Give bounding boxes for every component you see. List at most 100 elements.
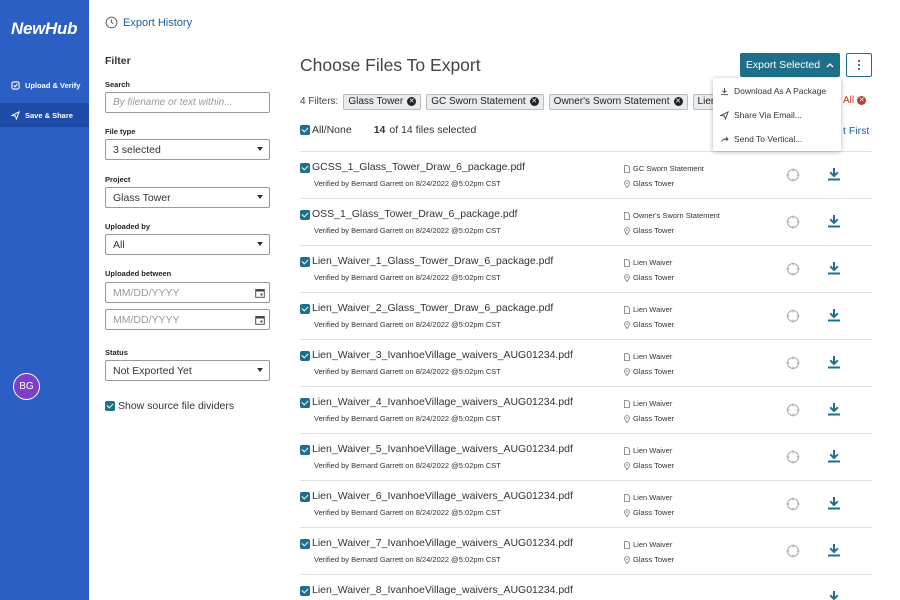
download-icon[interactable] (827, 261, 841, 275)
verified-text: Verified by Bernard Garrett on 8/24/2022… (314, 367, 501, 376)
file-checkbox[interactable] (300, 257, 310, 267)
menu-item-share-email[interactable]: Share Via Email... (713, 104, 841, 126)
send-icon (11, 110, 20, 120)
sidebar-item-save-share[interactable]: Save & Share (0, 103, 89, 127)
file-name[interactable]: Lien_Waiver_1_Glass_Tower_Draw_6_package… (312, 255, 553, 267)
file-checkbox[interactable] (300, 539, 310, 549)
brand-logo[interactable]: NewHub (11, 19, 78, 39)
file-name[interactable]: Lien_Waiver_4_IvanhoeVillage_waivers_AUG… (312, 396, 573, 408)
project-value: Glass Tower (113, 191, 171, 204)
file-row[interactable]: GCSS_1_Glass_Tower_Draw_6_package.pdf Ver… (300, 151, 872, 198)
file-checkbox[interactable] (300, 492, 310, 502)
doc-type-label: Lien Waiver (633, 258, 673, 267)
project-tag: Glass Tower (624, 226, 674, 235)
location-pin-icon (624, 226, 630, 235)
download-icon[interactable] (827, 308, 841, 322)
calendar-icon[interactable] (255, 315, 265, 325)
show-dividers-toggle[interactable]: Show source file dividers (105, 400, 234, 412)
avatar[interactable]: BG (13, 373, 40, 400)
download-icon[interactable] (827, 402, 841, 416)
file-row[interactable]: Lien_Waiver_4_IvanhoeVillage_waivers_AUG… (300, 386, 872, 433)
remove-chip-icon[interactable]: ✕ (407, 97, 417, 106)
file-row[interactable]: Lien_Waiver_1_Glass_Tower_Draw_6_package… (300, 245, 872, 292)
file-row[interactable]: Lien_Waiver_7_IvanhoeVillage_waivers_AUG… (300, 527, 872, 574)
menu-item-label: Download As A Package (734, 86, 827, 96)
download-icon[interactable] (827, 590, 841, 600)
file-name[interactable]: GCSS_1_Glass_Tower_Draw_6_package.pdf (312, 161, 525, 173)
doc-type-label: Lien Waiver (633, 540, 673, 549)
crosshair-icon[interactable] (786, 497, 800, 511)
project-tag: Glass Tower (624, 461, 674, 470)
download-icon[interactable] (827, 449, 841, 463)
location-pin-icon (624, 461, 630, 470)
show-dividers-checkbox[interactable] (105, 401, 115, 411)
project-select[interactable]: Glass Tower (105, 187, 270, 208)
clear-all-filters-button[interactable]: All ✕ (843, 95, 867, 106)
download-icon[interactable] (827, 214, 841, 228)
crosshair-icon[interactable] (786, 262, 800, 276)
crosshair-icon[interactable] (786, 309, 800, 323)
filter-chip[interactable]: Owner's Sworn Statement ✕ (548, 93, 688, 110)
download-icon[interactable] (827, 543, 841, 557)
download-icon[interactable] (827, 167, 841, 181)
project-tag-label: Glass Tower (633, 226, 675, 235)
file-checkbox[interactable] (300, 304, 310, 314)
file-name[interactable]: Lien_Waiver_2_Glass_Tower_Draw_6_package… (312, 302, 553, 314)
uploaded-by-select[interactable]: All (105, 234, 270, 255)
file-row[interactable]: Lien_Waiver_8_IvanhoeVillage_waivers_AUG… (300, 574, 872, 600)
date-from-input[interactable]: MM/DD/YYYY (105, 282, 270, 303)
remove-chip-icon[interactable]: ✕ (673, 97, 683, 106)
file-row[interactable]: Lien_Waiver_6_IvanhoeVillage_waivers_AUG… (300, 480, 872, 527)
file-name[interactable]: Lien_Waiver_6_IvanhoeVillage_waivers_AUG… (312, 490, 573, 502)
menu-item-send-vertical[interactable]: Send To Vertical... (713, 128, 841, 150)
file-checkbox[interactable] (300, 586, 310, 596)
crosshair-icon[interactable] (786, 215, 800, 229)
file-type-select[interactable]: 3 selected (105, 139, 270, 160)
date-to-input[interactable]: MM/DD/YYYY (105, 309, 270, 330)
sidebar-item-upload-verify[interactable]: Upload & Verify (0, 73, 89, 97)
menu-item-download-package[interactable]: Download As A Package (713, 80, 841, 102)
file-checkbox[interactable] (300, 163, 310, 173)
remove-chip-icon[interactable]: ✕ (529, 97, 539, 106)
filter-chip[interactable]: GC Sworn Statement ✕ (426, 93, 544, 110)
uploaded-between-label: Uploaded between (105, 269, 172, 278)
file-checkbox[interactable] (300, 398, 310, 408)
file-row[interactable]: Lien_Waiver_2_Glass_Tower_Draw_6_package… (300, 292, 872, 339)
search-input[interactable]: By filename or text within... (105, 92, 270, 113)
status-select[interactable]: Not Exported Yet (105, 360, 270, 381)
export-history-link[interactable]: Export History (105, 16, 192, 29)
crosshair-icon[interactable] (786, 356, 800, 370)
file-name[interactable]: OSS_1_Glass_Tower_Draw_6_package.pdf (312, 208, 517, 220)
file-row[interactable]: OSS_1_Glass_Tower_Draw_6_package.pdf Veri… (300, 198, 872, 245)
filters-count-label: 4 Filters: (300, 96, 339, 107)
doc-type: Lien Waiver (624, 305, 672, 314)
doc-type: Owner's Sworn Statement (624, 211, 720, 220)
calendar-icon[interactable] (255, 288, 265, 298)
download-icon[interactable] (827, 355, 841, 369)
export-selected-button[interactable]: Export Selected (740, 53, 840, 77)
file-row[interactable]: Lien_Waiver_5_IvanhoeVillage_waivers_AUG… (300, 433, 872, 480)
download-icon[interactable] (827, 496, 841, 510)
file-row[interactable]: Lien_Waiver_3_IvanhoeVillage_waivers_AUG… (300, 339, 872, 386)
select-all-checkbox[interactable] (300, 125, 310, 135)
file-type-value: 3 selected (113, 143, 161, 156)
project-tag: Glass Tower (624, 367, 674, 376)
clock-icon (105, 16, 118, 29)
crosshair-icon[interactable] (786, 450, 800, 464)
file-name[interactable]: Lien_Waiver_3_IvanhoeVillage_waivers_AUG… (312, 349, 573, 361)
file-name[interactable]: Lien_Waiver_5_IvanhoeVillage_waivers_AUG… (312, 443, 573, 455)
filter-chip[interactable]: Glass Tower ✕ (343, 93, 422, 110)
file-checkbox[interactable] (300, 445, 310, 455)
file-checkbox[interactable] (300, 351, 310, 361)
status-value: Not Exported Yet (113, 364, 192, 377)
crosshair-icon[interactable] (786, 544, 800, 558)
crosshair-icon[interactable] (786, 403, 800, 417)
file-checkbox[interactable] (300, 210, 310, 220)
file-name[interactable]: Lien_Waiver_8_IvanhoeVillage_waivers_AUG… (312, 584, 573, 596)
sort-link[interactable]: t First (843, 125, 869, 137)
more-options-button[interactable] (846, 53, 872, 77)
all-none-label[interactable]: All/None (312, 124, 352, 136)
crosshair-icon[interactable] (786, 168, 800, 182)
doc-type: Lien Waiver (624, 258, 672, 267)
file-name[interactable]: Lien_Waiver_7_IvanhoeVillage_waivers_AUG… (312, 537, 573, 549)
